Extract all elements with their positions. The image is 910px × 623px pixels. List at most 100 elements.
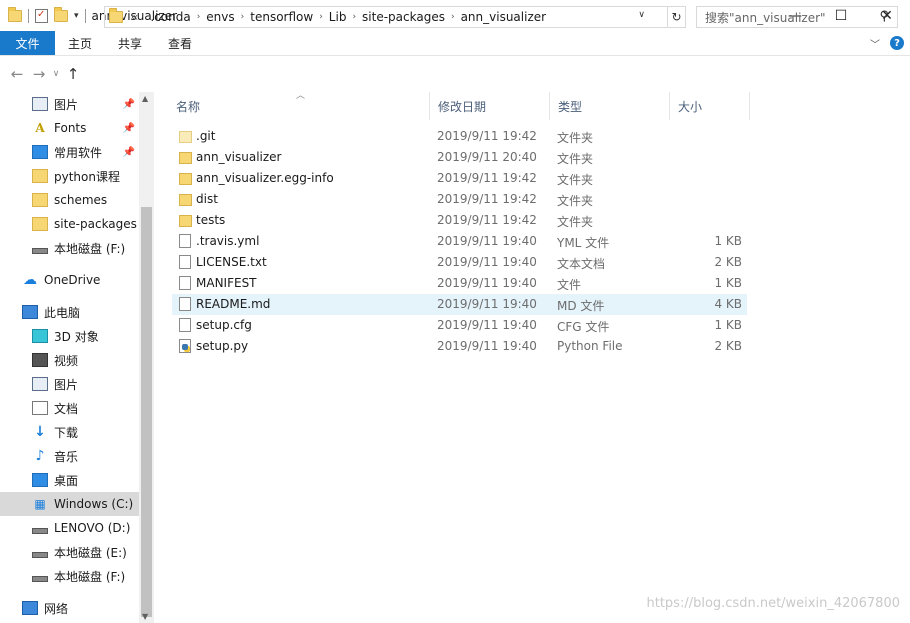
properties-icon[interactable]	[35, 8, 48, 23]
breadcrumb-conda[interactable]: .conda	[144, 10, 196, 24]
list-item[interactable]: dist 2019/9/11 19:42 文件夹	[172, 189, 747, 210]
list-item[interactable]: .travis.yml 2019/9/11 19:40 YML 文件 1 KB	[172, 231, 747, 252]
tab-view[interactable]: 查看	[155, 31, 205, 55]
back-arrow-icon[interactable]: ←	[6, 65, 28, 83]
file-name: tests	[196, 213, 226, 227]
search-input[interactable]: 搜索"ann_visualizer" ⚲	[696, 6, 898, 28]
sidebar-item-label: 音乐	[54, 449, 79, 464]
tab-share[interactable]: 共享	[105, 31, 155, 55]
folder-icon	[179, 173, 192, 185]
sidebar-item-common-software[interactable]: 常用软件 📌	[0, 140, 139, 164]
breadcrumb-envs[interactable]: envs	[200, 10, 240, 24]
sidebar-item-fonts[interactable]: A Fonts 📌	[0, 116, 139, 140]
sidebar-item-3d-objects[interactable]: 3D 对象	[0, 324, 139, 348]
drive-icon	[32, 248, 48, 254]
folder-icon	[179, 194, 192, 206]
column-header-name[interactable]: 名称 ︿	[168, 91, 430, 120]
file-list: 名称 ︿ 修改日期 类型 大小 .git 2019/9/11 19:42 文件夹…	[154, 91, 910, 623]
pin-icon[interactable]: 📌	[123, 147, 135, 158]
sidebar-item-lenovo-d[interactable]: LENOVO (D:)	[0, 516, 139, 540]
customize-toolbar-chevron-icon[interactable]: ▾	[74, 11, 79, 21]
column-header-date-modified[interactable]: 修改日期	[430, 92, 550, 120]
list-item[interactable]: ann_visualizer 2019/9/11 20:40 文件夹	[172, 147, 747, 168]
sidebar-item-windows-c[interactable]: ▦ Windows (C:)	[0, 492, 139, 516]
list-item[interactable]: setup.cfg 2019/9/11 19:40 CFG 文件 1 KB	[172, 315, 747, 336]
sidebar-item-music[interactable]: ♪ 音乐	[0, 444, 139, 468]
file-date: 2019/9/11 19:42	[437, 171, 537, 185]
sidebar-item-label: 本地磁盘 (F:)	[54, 241, 126, 256]
breadcrumb-ann-visualizer[interactable]: ann_visualizer	[455, 10, 553, 24]
divider	[84, 8, 86, 23]
sidebar-item-pictures-pinned[interactable]: 图片 📌	[0, 92, 139, 116]
breadcrumb-lib[interactable]: Lib	[323, 10, 353, 24]
file-name: .travis.yml	[196, 234, 260, 248]
recent-locations-chevron-icon[interactable]: ∨	[50, 69, 62, 79]
sidebar-item-this-pc[interactable]: 此电脑	[0, 300, 139, 324]
file-icon	[179, 276, 191, 290]
column-header-type[interactable]: 类型	[550, 92, 670, 120]
sidebar-item-label: 本地磁盘 (E:)	[54, 545, 127, 560]
file-name: ann_visualizer	[196, 150, 282, 164]
new-folder-icon[interactable]	[54, 6, 68, 22]
drive-icon	[32, 576, 48, 582]
list-item[interactable]: ann_visualizer.egg-info 2019/9/11 19:42 …	[172, 168, 747, 189]
sidebar-item-documents[interactable]: 文档	[0, 396, 139, 420]
folder-icon	[8, 6, 22, 22]
video-icon	[32, 353, 48, 367]
column-header-size[interactable]: 大小	[670, 92, 750, 120]
sidebar-item-onedrive[interactable]: ☁ OneDrive	[0, 268, 139, 292]
list-item[interactable]: MANIFEST 2019/9/11 19:40 文件 1 KB	[172, 273, 747, 294]
scroll-up-arrow-icon[interactable]: ▲	[142, 94, 148, 103]
pin-icon[interactable]: 📌	[123, 99, 135, 110]
sidebar-item-drive-f-quick[interactable]: 本地磁盘 (F:)	[0, 236, 139, 260]
list-item[interactable]: setup.py 2019/9/11 19:40 Python File 2 K…	[172, 336, 747, 357]
breadcrumb-site-packages[interactable]: site-packages	[356, 10, 451, 24]
refresh-icon[interactable]: ↻	[668, 6, 686, 28]
divider	[28, 8, 29, 23]
file-name: .git	[196, 129, 216, 143]
forward-arrow-icon[interactable]: →	[28, 65, 50, 83]
expand-ribbon-chevron-icon[interactable]: ﹀	[870, 36, 880, 51]
scrollbar-thumb[interactable]	[141, 207, 152, 617]
sidebar-item-videos[interactable]: 视频	[0, 348, 139, 372]
sidebar-item-desktop[interactable]: 桌面	[0, 468, 139, 492]
list-item[interactable]: .git 2019/9/11 19:42 文件夹	[172, 126, 747, 147]
sidebar-item-pictures[interactable]: 图片	[0, 372, 139, 396]
drive-icon	[32, 528, 48, 534]
file-type: Python File	[557, 339, 623, 353]
address-dropdown-chevron-icon[interactable]: ∨	[638, 10, 645, 20]
sidebar-item-label: 下载	[54, 425, 79, 440]
navigation-bar: ← → ∨ ↑	[0, 57, 910, 91]
file-type: 文件夹	[557, 131, 594, 145]
sidebar-item-network[interactable]: 网络	[0, 596, 139, 620]
up-arrow-icon[interactable]: ↑	[62, 65, 84, 83]
sidebar-item-drive-e[interactable]: 本地磁盘 (E:)	[0, 540, 139, 564]
list-item[interactable]: tests 2019/9/11 19:42 文件夹	[172, 210, 747, 231]
tab-home[interactable]: 主页	[55, 31, 105, 55]
sidebar-item-python-course[interactable]: python课程	[0, 164, 139, 188]
file-type: 文件夹	[557, 173, 594, 187]
list-item[interactable]: LICENSE.txt 2019/9/11 19:40 文本文档 2 KB	[172, 252, 747, 273]
scroll-down-arrow-icon[interactable]: ▼	[142, 612, 148, 621]
tab-file[interactable]: 文件	[0, 31, 55, 55]
file-name: ann_visualizer.egg-info	[196, 171, 334, 185]
breadcrumb-overflow[interactable]: «	[131, 10, 144, 24]
breadcrumb-tensorflow[interactable]: tensorflow	[244, 10, 319, 24]
sidebar-item-downloads[interactable]: ↓ 下载	[0, 420, 139, 444]
sidebar-scrollbar[interactable]: ▲ ▼	[139, 92, 154, 623]
folder-icon	[32, 217, 48, 231]
pin-icon[interactable]: 📌	[123, 123, 135, 134]
list-item[interactable]: README.md 2019/9/11 19:40 MD 文件 4 KB	[172, 294, 747, 315]
sidebar-item-label: schemes	[54, 193, 108, 207]
address-bar[interactable]: « .conda › envs › tensorflow › Lib › sit…	[104, 6, 668, 28]
sidebar-item-drive-f[interactable]: 本地磁盘 (F:)	[0, 564, 139, 588]
sidebar-item-label: python课程	[54, 169, 120, 184]
python-file-icon	[179, 339, 191, 353]
sidebar-item-schemes[interactable]: schemes	[0, 188, 139, 212]
sidebar-item-site-packages[interactable]: site-packages	[0, 212, 139, 236]
folder-icon	[32, 169, 48, 183]
help-icon[interactable]: ?	[890, 36, 904, 50]
download-icon: ↓	[34, 424, 46, 440]
file-type: 文件夹	[557, 152, 594, 166]
file-size: 2 KB	[714, 255, 742, 269]
